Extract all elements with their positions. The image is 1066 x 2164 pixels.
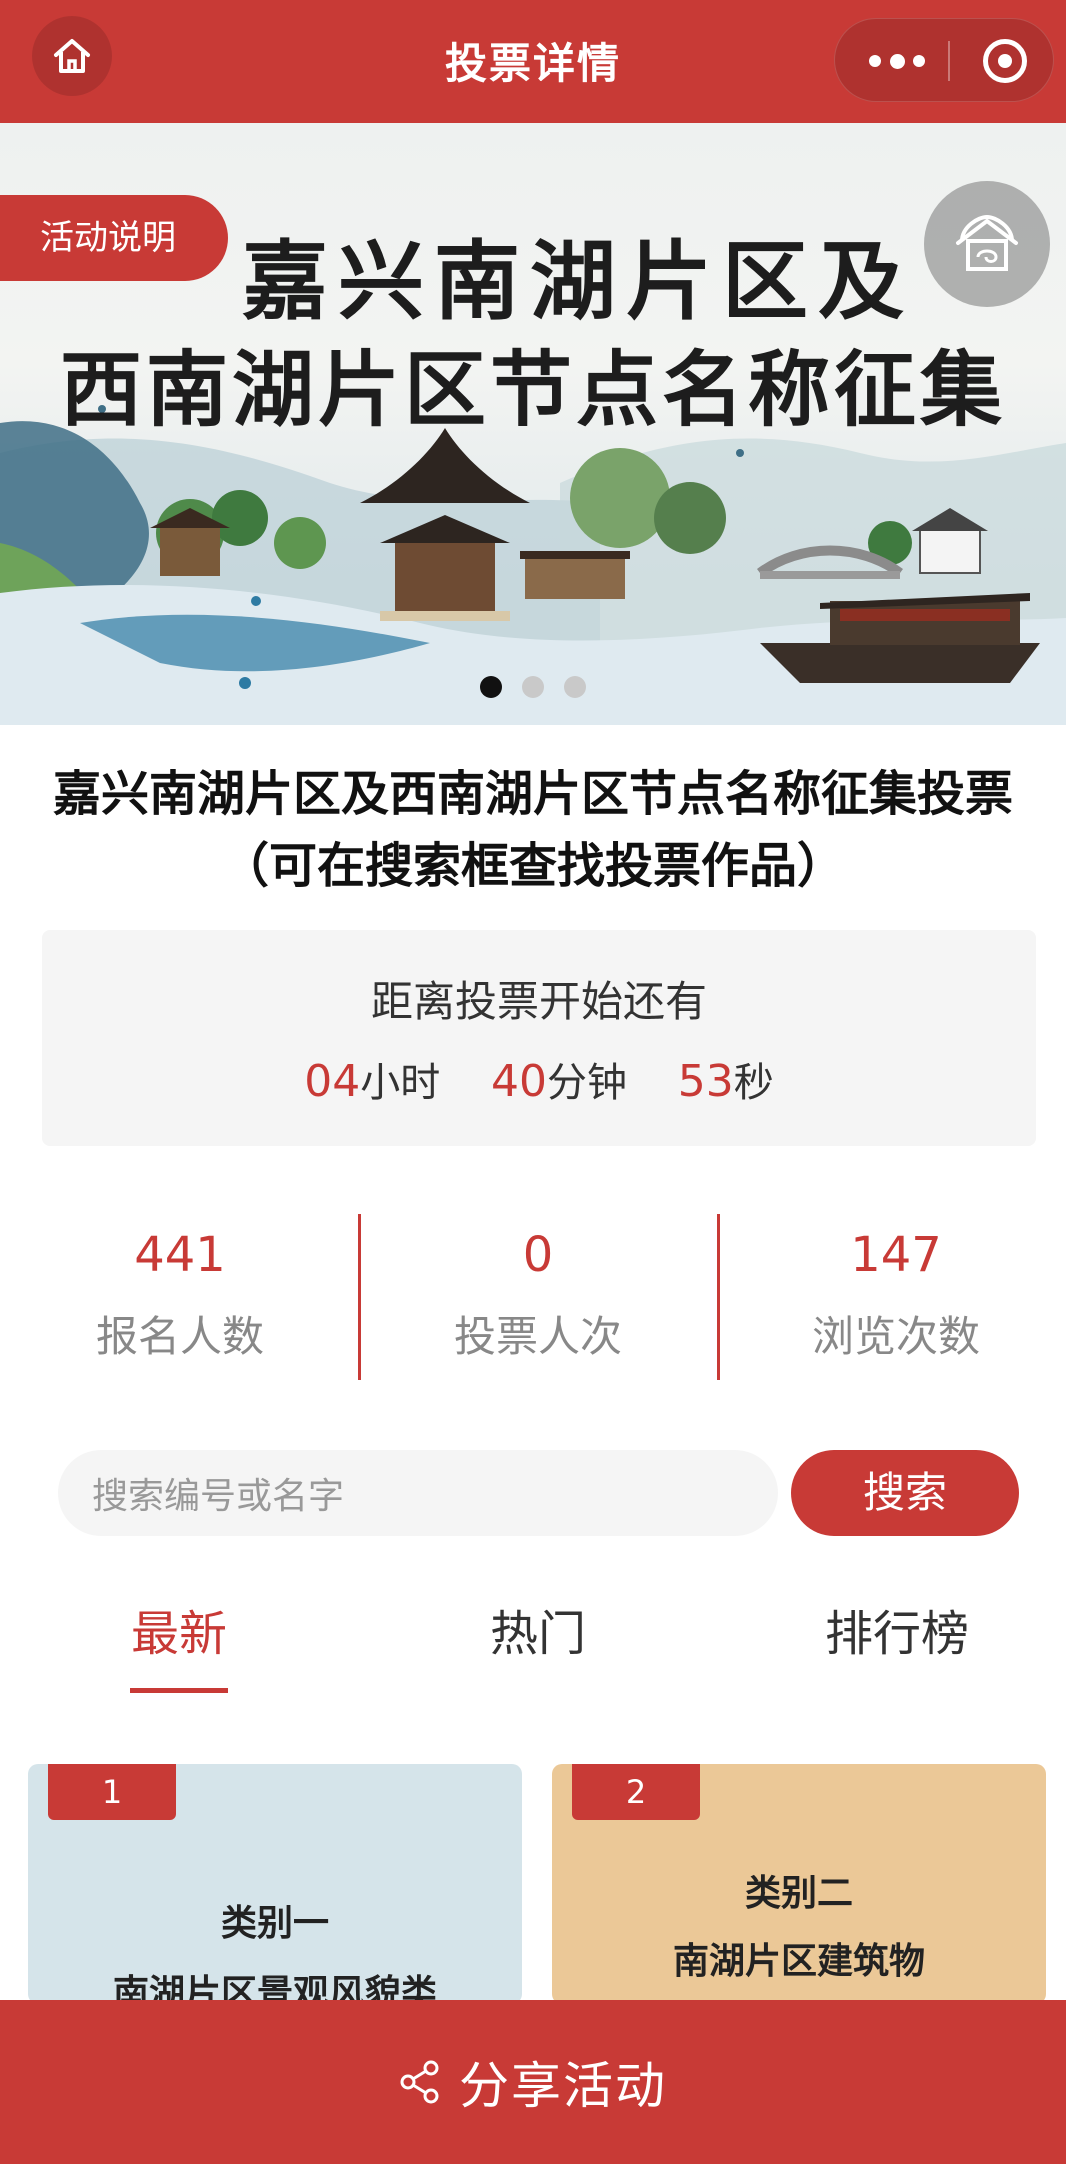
share-activity-button[interactable]: 分享活动: [0, 2000, 1066, 2164]
countdown-hours-unit: 小时: [360, 1060, 441, 1106]
target-close-icon[interactable]: [983, 39, 1027, 83]
tab-latest[interactable]: 最新: [69, 1594, 289, 1664]
entry-number-badge: 1: [48, 1764, 176, 1820]
entry-number-badge: 2: [572, 1764, 700, 1820]
countdown-panel: 距离投票开始还有 04小时 40分钟 53秒: [42, 930, 1036, 1146]
countdown-minutes: 40: [491, 1056, 547, 1107]
stats-row: 441 报名人数 0 投票人次 147 浏览次数: [0, 1214, 1066, 1380]
entry-category: 类别二: [744, 1872, 853, 1914]
stat-divider: [358, 1214, 361, 1380]
active-tab-indicator: [130, 1688, 228, 1693]
stat-divider: [717, 1214, 720, 1380]
event-title-line2: （可在搜索框查找投票作品）: [220, 838, 845, 894]
entry-name: 南湖片区景观风貌类: [112, 1972, 437, 2004]
countdown-hours: 04: [304, 1056, 361, 1107]
event-title-line1: 嘉兴南湖片区及西南湖片区节点名称征集投票: [52, 766, 1013, 822]
home-icon: [956, 214, 1018, 271]
share-icon: [400, 2060, 439, 2104]
carousel-dot-active[interactable]: [480, 676, 502, 698]
stat-label: 浏览次数: [811, 1312, 980, 1361]
banner-carousel[interactable]: 嘉兴南湖片区及 西南湖片区节点名称征集 活动说明: [0, 123, 1066, 725]
carousel-dot[interactable]: [564, 676, 586, 698]
entry-name: 南湖片区建筑物: [672, 1940, 925, 1982]
stat-label: 投票人次: [453, 1312, 622, 1361]
entry-card[interactable]: 2 类别二 南湖片区建筑物: [552, 1764, 1046, 2004]
search-button[interactable]: 搜索: [791, 1450, 1019, 1536]
stat-label: 报名人数: [95, 1312, 264, 1361]
activity-description-button[interactable]: 活动说明: [0, 195, 228, 281]
top-bar: 投票详情: [0, 0, 1066, 123]
stat-value: 0: [522, 1227, 554, 1283]
banner-title-line2: 西南湖片区节点名称征集: [59, 342, 1006, 438]
carousel-indicator: [0, 676, 1066, 698]
tab-popular[interactable]: 热门: [428, 1594, 648, 1664]
entry-category: 类别一: [220, 1902, 329, 1944]
carousel-dot[interactable]: [522, 676, 544, 698]
countdown-timer: 04小时 40分钟 53秒: [42, 1050, 1036, 1108]
capsule-divider: [948, 41, 950, 81]
share-activity-label: 分享活动: [459, 2057, 667, 2115]
countdown-minutes-unit: 分钟: [547, 1060, 627, 1106]
stat-views: 147 浏览次数: [746, 1214, 1046, 1378]
countdown-seconds-unit: 秒: [733, 1060, 774, 1106]
countdown-label: 距离投票开始还有: [370, 977, 707, 1026]
event-title: 嘉兴南湖片区及西南湖片区节点名称征集投票 （可在搜索框查找投票作品）: [0, 758, 1066, 902]
more-dots-icon[interactable]: [869, 49, 925, 73]
stat-votes: 0 投票人次: [388, 1214, 688, 1378]
mini-program-capsule: [834, 18, 1054, 102]
entry-card[interactable]: 1 类别一 南湖片区景观风貌类: [28, 1764, 522, 2004]
stat-signups: 441 报名人数: [30, 1214, 330, 1378]
tab-ranking[interactable]: 排行榜: [787, 1594, 1007, 1664]
floating-home-button[interactable]: [924, 181, 1050, 307]
stat-value: 441: [134, 1227, 226, 1283]
search-input[interactable]: 搜索编号或名字: [58, 1450, 778, 1536]
countdown-seconds: 53: [677, 1056, 734, 1107]
stat-value: 147: [850, 1227, 942, 1283]
